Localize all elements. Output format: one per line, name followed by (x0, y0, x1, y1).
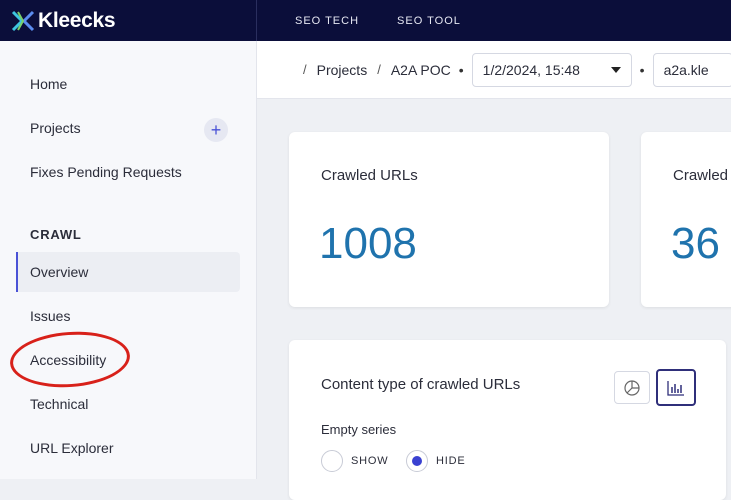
radio-label: HIDE (436, 455, 466, 467)
pie-chart-icon (624, 379, 640, 396)
sidebar-item-technical[interactable]: Technical (16, 384, 240, 424)
top-bar: Kleecks SEO TECH SEO TOOL (0, 0, 731, 41)
breadcrumb-dot: • (639, 61, 645, 78)
sidebar-item-url-explorer[interactable]: URL Explorer (16, 428, 240, 468)
crawl-date-value: 1/2/2024, 15:48 (482, 61, 580, 78)
empty-series-label: Empty series (321, 422, 397, 437)
sidebar-item-label: Home (30, 76, 68, 92)
sidebar-item-label: Accessibility (30, 352, 107, 368)
nav-seo-tool[interactable]: SEO TOOL (397, 15, 461, 27)
breadcrumb-dot: • (458, 61, 464, 78)
kleecks-logo-icon (11, 10, 35, 31)
sidebar-item-accessibility[interactable]: Accessibility (16, 340, 240, 380)
breadcrumb-projects[interactable]: Projects (317, 62, 368, 78)
sidebar-item-home[interactable]: Home (16, 64, 240, 104)
radio-label: SHOW (351, 455, 389, 467)
logo[interactable]: Kleecks (0, 0, 257, 41)
sidebar-item-fixes-pending-requests[interactable]: Fixes Pending Requests (16, 152, 240, 192)
add-project-button[interactable]: + (204, 118, 228, 142)
domain-select[interactable]: a2a.kle (652, 52, 731, 87)
crawled-urls-card: Crawled URLs 1008 (289, 132, 609, 307)
breadcrumb: / Projects / A2A POC • 1/2/2024, 15:48 •… (257, 41, 731, 99)
sidebar-item-label: Overview (30, 264, 89, 280)
radio-circle (321, 450, 343, 472)
breadcrumb-separator: / (303, 62, 307, 77)
radio-circle (406, 450, 428, 472)
sidebar-item-label: Issues (30, 308, 71, 324)
card-title: Crawled URLs (321, 167, 418, 184)
panel-title: Content type of crawled URLs (321, 376, 521, 393)
sidebar-item-issues[interactable]: Issues (16, 296, 240, 336)
content-type-panel: Content type of crawled URLs Empty serie… (289, 340, 726, 500)
crawl-date-select[interactable]: 1/2/2024, 15:48 (471, 52, 632, 87)
card-title: Crawled (673, 167, 729, 184)
sidebar-item-label: Technical (30, 396, 89, 412)
bar-chart-button[interactable] (656, 369, 696, 406)
domain-value: a2a.kle (663, 61, 709, 78)
card-value: 36 (671, 219, 720, 268)
brand-name: Kleecks (38, 8, 116, 32)
caret-down-icon (610, 66, 621, 73)
pie-chart-button[interactable] (614, 371, 650, 404)
sidebar-item-overview[interactable]: Overview (16, 252, 240, 292)
top-nav: SEO TECH SEO TOOL (295, 0, 461, 41)
plus-icon: + (210, 120, 222, 140)
sidebar-section-crawl: CRAWL (30, 227, 82, 242)
card-value: 1008 (319, 219, 417, 268)
empty-series-hide-radio[interactable]: HIDE (406, 450, 465, 472)
breadcrumb-separator: / (377, 62, 381, 77)
breadcrumb-project[interactable]: A2A POC (391, 62, 451, 78)
empty-series-show-radio[interactable]: SHOW (321, 450, 388, 472)
sidebar: Home Projects + Fixes Pending Requests C… (0, 41, 257, 479)
nav-seo-tech[interactable]: SEO TECH (295, 15, 359, 27)
bar-chart-icon (667, 380, 684, 396)
sidebar-item-label: URL Explorer (30, 440, 114, 456)
sidebar-item-label: Fixes Pending Requests (30, 164, 182, 180)
sidebar-item-label: Projects (30, 120, 81, 136)
crawled-card-2: Crawled 36 (641, 132, 731, 307)
